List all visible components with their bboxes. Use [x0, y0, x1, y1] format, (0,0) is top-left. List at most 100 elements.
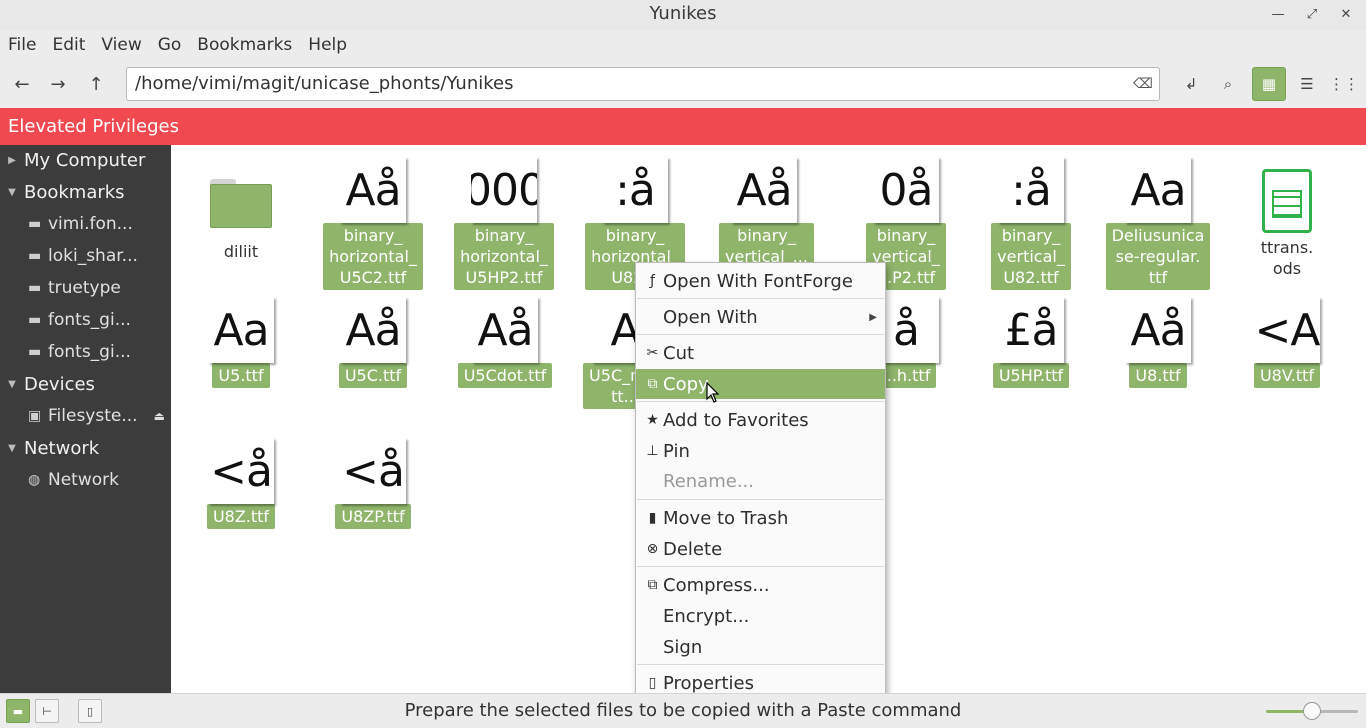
font-preview-thumbnail: <å — [340, 438, 406, 504]
toggle-location-icon[interactable]: ↲ — [1174, 67, 1208, 101]
font-preview-thumbnail: Aå — [472, 297, 538, 363]
forward-arrow-icon[interactable]: → — [44, 70, 72, 98]
close-icon[interactable]: ✕ — [1336, 5, 1356, 25]
file-item-font[interactable]: :å binary_ vertical_ U82.ttf — [981, 157, 1081, 290]
menu-go[interactable]: Go — [158, 35, 182, 55]
file-name: ttrans. ods — [1260, 238, 1314, 278]
file-item-font[interactable]: Aå U5Cdot.ttf — [443, 297, 567, 388]
file-item-font[interactable]: Aå binary_ vertical_... — [719, 157, 814, 269]
expand-arrow-icon[interactable]: ▶ — [0, 155, 24, 166]
toolbar: ← → ↑ /home/vimi/magit/unicase_phonts/Yu… — [0, 62, 1366, 106]
menu-item-move-to-trash[interactable]: ▮ Move to Trash — [636, 503, 885, 533]
file-name: U8ZP.ttf — [335, 504, 411, 529]
folder-icon: ▬ — [28, 280, 42, 296]
file-name: U5HP.ttf — [992, 363, 1070, 388]
menu-separator — [637, 566, 884, 567]
sidebar-item-bookmark[interactable]: ▬ fonts_gi... — [0, 305, 171, 335]
sidebar-section-my-computer[interactable]: ▶ My Computer — [0, 145, 145, 175]
sidebar-section-bookmarks[interactable]: ▼ Bookmarks — [0, 177, 124, 207]
file-item-font[interactable]: Aå U8.ttf — [1108, 297, 1208, 388]
file-item-font[interactable]: £å U5HP.ttf — [976, 297, 1086, 388]
drive-icon: ▣ — [28, 408, 42, 424]
window-titlebar: Yunikes — ⤢ ✕ — [0, 0, 1366, 30]
file-item-font[interactable]: Aa U5.ttf — [191, 297, 291, 388]
menu-item-label: Delete — [663, 538, 723, 560]
folder-icon: ▬ — [28, 344, 42, 360]
location-input[interactable]: /home/vimi/magit/unicase_phonts/Yunikes … — [126, 67, 1160, 101]
zoom-slider[interactable] — [1266, 702, 1358, 720]
file-item-font[interactable]: <å U8ZP.ttf — [323, 438, 423, 529]
file-item-font[interactable]: 0000å binary_ horizontal_ U5HP2.ttf — [443, 157, 565, 290]
mouse-pointer-icon — [706, 382, 720, 403]
menu-item-open-with[interactable]: Open With ▶ — [636, 302, 885, 332]
clear-location-icon[interactable]: ⌫ — [1133, 74, 1153, 94]
up-arrow-icon[interactable]: ↑ — [82, 70, 110, 98]
font-preview-thumbnail: Aa — [1125, 157, 1191, 223]
file-item-font[interactable]: <A U8V.ttf — [1237, 297, 1337, 388]
eject-icon[interactable]: ⏏ — [154, 409, 165, 423]
menu-item-sign[interactable]: Sign — [636, 632, 885, 662]
menu-item-encrypt[interactable]: Encrypt... — [636, 601, 885, 631]
sidebar-item-bookmark[interactable]: ▬ truetype — [0, 273, 171, 303]
file-name: binary_ vertical_ U82.ttf — [991, 223, 1071, 290]
sidebar-item-network[interactable]: ◍ Network — [0, 465, 171, 495]
submenu-arrow-icon: ▶ — [869, 311, 877, 323]
collapse-arrow-icon[interactable]: ▼ — [0, 379, 24, 390]
sidebar-item-label: fonts_gi... — [48, 310, 131, 330]
sidebar: ▶ My Computer ▼ Bookmarks ▬ vimi.fon... … — [0, 145, 171, 693]
folder-icon: ▬ — [28, 216, 42, 232]
sidebar-item-label: Network — [48, 470, 119, 490]
font-preview-thumbnail: :å — [998, 157, 1064, 223]
font-preview-thumbnail: <A — [1254, 297, 1320, 363]
sidebar-item-bookmark[interactable]: ▬ vimi.fon... — [0, 209, 171, 239]
collapse-arrow-icon[interactable]: ▼ — [0, 443, 24, 454]
menu-bookmarks[interactable]: Bookmarks — [197, 35, 292, 55]
menu-item-pin[interactable]: ⊥ Pin — [636, 436, 885, 466]
file-item-font[interactable]: <å U8Z.ttf — [191, 438, 291, 529]
file-item-spreadsheet[interactable]: ttrans. ods — [1237, 157, 1337, 281]
sidebar-section-network[interactable]: ▼ Network — [0, 433, 99, 463]
sidebar-item-filesystem[interactable]: ▣ Filesyste... ⏏ — [0, 401, 171, 431]
restore-icon[interactable]: ⤢ — [1302, 5, 1322, 25]
sidebar-section-devices[interactable]: ▼ Devices — [0, 369, 95, 399]
menu-item-copy[interactable]: ⧉ Copy — [636, 369, 885, 399]
file-item-font[interactable]: Aå U5C.ttf — [323, 297, 423, 388]
file-item-folder[interactable]: diliit — [191, 157, 291, 264]
list-view-button[interactable]: ☰ — [1290, 67, 1324, 101]
icon-view-button[interactable]: ▦ — [1252, 67, 1286, 101]
font-preview-thumbnail: Aa — [208, 297, 274, 363]
minimize-icon[interactable]: — — [1268, 5, 1288, 25]
sidebar-item-bookmark[interactable]: ▬ loki_shar... — [0, 241, 171, 271]
font-preview-thumbnail: Aå — [340, 157, 406, 223]
menu-help[interactable]: Help — [308, 35, 347, 55]
back-arrow-icon[interactable]: ← — [8, 70, 36, 98]
menu-item-label: Copy — [663, 373, 709, 395]
file-item-font[interactable]: Aå binary_ horizontal_ U5C2.ttf — [313, 157, 433, 290]
menu-item-delete[interactable]: ⊗ Delete — [636, 534, 885, 564]
menu-item-open-with-fontforge[interactable]: ƒ Open With FontForge — [636, 266, 885, 296]
sidebar-item-bookmark[interactable]: ▬ fonts_gi... — [0, 337, 171, 367]
menu-item-compress[interactable]: ⧉ Compress... — [636, 570, 885, 600]
menu-file[interactable]: File — [8, 35, 36, 55]
menu-item-add-to-favorites[interactable]: ★ Add to Favorites — [636, 405, 885, 435]
spreadsheet-icon — [1262, 169, 1312, 233]
folder-icon: ▬ — [28, 248, 42, 264]
sidebar-item-label: truetype — [48, 278, 121, 298]
menu-item-label: Encrypt... — [663, 605, 750, 627]
menu-view[interactable]: View — [101, 35, 141, 55]
menu-item-label: Rename... — [663, 470, 754, 492]
sidebar-item-label: fonts_gi... — [48, 342, 131, 362]
compact-view-button[interactable]: ⋮⋮ — [1327, 67, 1361, 101]
menu-item-label: Cut — [663, 342, 695, 364]
zoom-slider-handle[interactable] — [1303, 702, 1321, 720]
file-item-font[interactable]: Aa Deliusunica se-regular. ttf — [1096, 157, 1220, 290]
menu-item-cut[interactable]: ✂ Cut — [636, 338, 885, 368]
menu-edit[interactable]: Edit — [52, 35, 85, 55]
search-icon[interactable]: ⌕ — [1211, 67, 1245, 101]
menu-separator — [637, 664, 884, 665]
scissors-icon: ✂ — [646, 345, 659, 361]
menu-item-rename[interactable]: Rename... — [636, 466, 885, 496]
sidebar-section-label: My Computer — [24, 149, 146, 171]
collapse-arrow-icon[interactable]: ▼ — [0, 187, 24, 198]
folder-icon: ▬ — [28, 312, 42, 328]
